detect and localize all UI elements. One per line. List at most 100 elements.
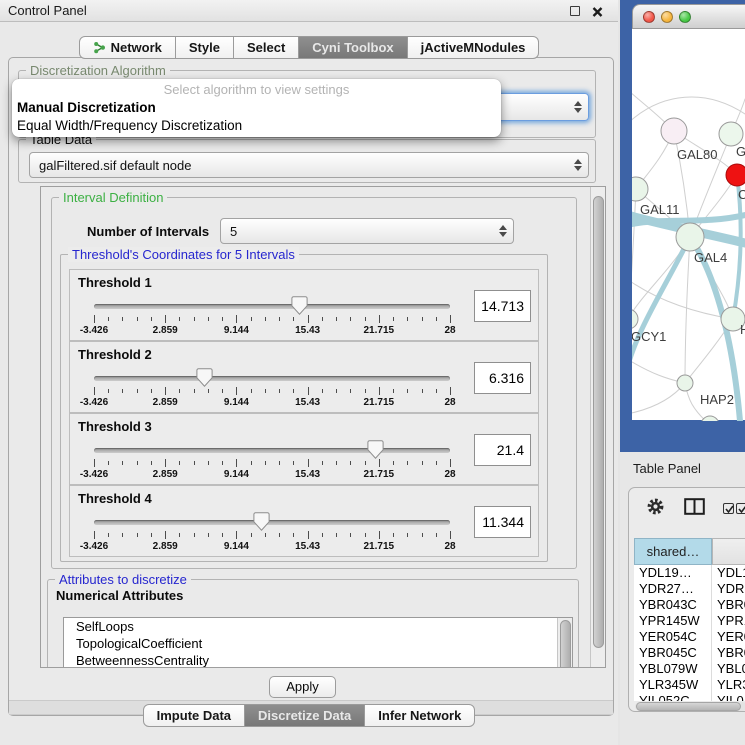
network-node[interactable]: [726, 164, 745, 186]
slider-tick: [165, 315, 166, 323]
thresholds-group-title: Threshold's Coordinates for 5 Intervals: [68, 247, 299, 262]
table-row[interactable]: YBR043CYBR0: [634, 597, 745, 613]
network-edge[interactable]: [632, 189, 636, 319]
table-cell[interactable]: YDR2: [712, 581, 745, 597]
network-node[interactable]: [632, 309, 638, 329]
slider-thumb[interactable]: [196, 368, 213, 392]
network-node[interactable]: [676, 223, 704, 251]
table-hscrollbar-thumb[interactable]: [636, 702, 741, 711]
tab-discretize-data[interactable]: Discretize Data: [245, 704, 365, 727]
tab-network[interactable]: Network: [79, 36, 176, 59]
apply-button[interactable]: Apply: [269, 676, 336, 698]
table-data-select[interactable]: galFiltered.sif default node: [29, 152, 589, 178]
table-rows: YDL19…YDL1YDR27…YDR2YBR043CYBR0YPR145WYP…: [634, 565, 745, 701]
table-cell[interactable]: YIL0: [712, 693, 745, 701]
threshold-value-field[interactable]: 11.344: [474, 506, 531, 538]
column-header-na[interactable]: na: [712, 538, 745, 565]
table-cell[interactable]: YLR3: [712, 677, 745, 693]
tab-select[interactable]: Select: [234, 36, 299, 59]
slider-thumb[interactable]: [291, 296, 308, 320]
float-panel-button[interactable]: [569, 5, 582, 18]
network-canvas[interactable]: GAL80GACGAL11GAL4GCY1HHAP2: [632, 29, 745, 420]
table-cell[interactable]: YBR0: [712, 645, 745, 661]
list-scrollbar[interactable]: [557, 618, 572, 668]
table-cell[interactable]: YBR043C: [634, 597, 712, 613]
table-panel-title: Table Panel: [633, 461, 701, 476]
column-header-shared-[interactable]: shared…: [634, 538, 712, 565]
slider-track[interactable]: [94, 376, 450, 381]
slider-tick: [108, 461, 109, 465]
slider-tick: [208, 533, 209, 537]
threshold-value-field[interactable]: 14.713: [474, 290, 531, 322]
table-cell[interactable]: YBR045C: [634, 645, 712, 661]
tab-jactivemnodules[interactable]: jActiveMNodules: [408, 36, 540, 59]
threshold-value-field[interactable]: 6.316: [474, 362, 531, 394]
tab-style[interactable]: Style: [176, 36, 234, 59]
table-row[interactable]: YER054CYER0: [634, 629, 745, 645]
table-row[interactable]: YBL079WYBL0: [634, 661, 745, 677]
table-row[interactable]: YDR27…YDR2: [634, 581, 745, 597]
network-node[interactable]: [719, 122, 743, 146]
slider-track[interactable]: [94, 520, 450, 525]
threshold-value-field[interactable]: 21.4: [474, 434, 531, 466]
slider-thumb[interactable]: [253, 512, 270, 536]
slider-tick: [279, 461, 280, 465]
attribute-item-betweennesscentrality[interactable]: BetweennessCentrality: [64, 652, 572, 668]
table-cell[interactable]: YBR0: [712, 597, 745, 613]
slider-tick-label: 28: [444, 541, 455, 552]
network-node[interactable]: [677, 375, 693, 391]
network-edge[interactable]: [685, 237, 690, 383]
table-cell[interactable]: YBL079W: [634, 661, 712, 677]
network-node[interactable]: [701, 416, 719, 421]
table-cell[interactable]: YDR27…: [634, 581, 712, 597]
table-row[interactable]: YDL19…YDL1: [634, 565, 745, 581]
network-edge[interactable]: [632, 97, 745, 124]
table-cell[interactable]: YER0: [712, 629, 745, 645]
table-row[interactable]: YIL052CYIL0: [634, 693, 745, 701]
close-light[interactable]: [643, 11, 655, 23]
table-cell[interactable]: YER054C: [634, 629, 712, 645]
minimize-light[interactable]: [661, 11, 673, 23]
settings-scrollbar[interactable]: [590, 187, 605, 667]
network-edge[interactable]: [632, 359, 685, 383]
table-cell[interactable]: YIL052C: [634, 693, 712, 701]
slider-tick-label: 21.715: [364, 397, 395, 408]
table-cell[interactable]: YDL1: [712, 565, 745, 581]
table-cell[interactable]: YBL0: [712, 661, 745, 677]
close-panel-button[interactable]: [591, 5, 604, 18]
attribute-item-selfloops[interactable]: SelfLoops: [64, 618, 572, 635]
table-settings-button[interactable]: [646, 497, 665, 521]
dropdown-item-manual-discretization[interactable]: Manual Discretization: [12, 99, 501, 117]
table-row[interactable]: YBR045CYBR0: [634, 645, 745, 661]
tab-infer-network[interactable]: Infer Network: [365, 704, 475, 727]
slider-track[interactable]: [94, 448, 450, 453]
network-edge[interactable]: [632, 237, 690, 369]
table-cell[interactable]: YPR145W: [634, 613, 712, 629]
table-cell[interactable]: YLR345W: [634, 677, 712, 693]
settings-scrollbar-thumb[interactable]: [593, 196, 604, 648]
list-scrollbar-thumb[interactable]: [560, 620, 571, 668]
network-edge[interactable]: [632, 383, 685, 414]
zoom-light[interactable]: [679, 11, 691, 23]
slider-tick-label: 2.859: [153, 397, 178, 408]
column-select-button[interactable]: [723, 501, 745, 519]
tab-label: jActiveMNodules: [421, 40, 526, 55]
table-hscrollbar[interactable]: [635, 702, 745, 711]
network-window-titlebar[interactable]: [632, 4, 745, 29]
number-of-intervals-select[interactable]: 5: [220, 218, 514, 244]
slider-track[interactable]: [94, 304, 450, 309]
split-table-button[interactable]: [684, 498, 705, 520]
table-cell[interactable]: YPR1: [712, 613, 745, 629]
tab-impute-data[interactable]: Impute Data: [143, 704, 245, 727]
table-row[interactable]: YPR145WYPR1: [634, 613, 745, 629]
slider-tick: [265, 389, 266, 393]
interval-definition-group-title: Interval Definition: [59, 190, 167, 205]
attribute-item-topologicalcoefficient[interactable]: TopologicalCoefficient: [64, 635, 572, 652]
network-node[interactable]: [661, 118, 687, 144]
slider-tick-label: 15.43: [295, 469, 320, 480]
table-cell[interactable]: YDL19…: [634, 565, 712, 581]
dropdown-item-equal-width-frequency-discretization[interactable]: Equal Width/Frequency Discretization: [12, 117, 501, 135]
table-row[interactable]: YLR345WYLR3: [634, 677, 745, 693]
slider-thumb[interactable]: [367, 440, 384, 464]
tab-cyni-toolbox[interactable]: Cyni Toolbox: [299, 36, 407, 59]
